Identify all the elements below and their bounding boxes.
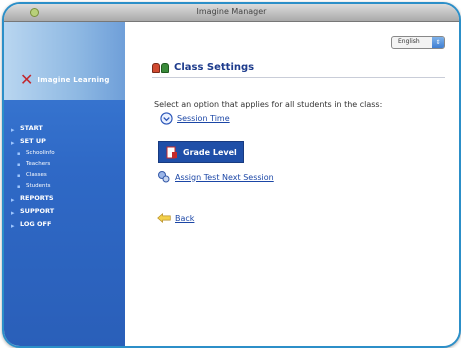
assign-test-link[interactable]: Assign Test Next Session (175, 173, 274, 182)
test-tools-icon (157, 170, 171, 184)
grade-level-option[interactable]: Grade Level (158, 141, 244, 163)
session-time-link[interactable]: Session Time (177, 114, 230, 123)
nav-subitem-schoolinfo[interactable]: ▪ Schoolinfo (4, 148, 125, 159)
back-arrow-icon (157, 211, 171, 225)
page-header: Class Settings (152, 62, 254, 73)
nav-subitem-students[interactable]: ▪ Students (4, 181, 125, 192)
brand-name: Imagine Learning (37, 76, 110, 84)
class-people-icon (152, 62, 169, 73)
nav-item-label: START (20, 124, 43, 132)
nav-item-label: Classes (26, 172, 47, 178)
nav-item-label: LOG OFF (20, 220, 52, 228)
assign-test-option[interactable]: Assign Test Next Session (157, 170, 274, 184)
nav-item-label: SUPPORT (20, 207, 55, 215)
select-arrows-icon[interactable]: ⇕ (432, 37, 444, 48)
grade-level-link[interactable]: Grade Level (183, 148, 237, 157)
window-title: Imagine Manager (196, 7, 267, 16)
nav-item-label: Teachers (26, 161, 51, 167)
page-title: Class Settings (174, 62, 255, 73)
nav-item-label: Students (26, 183, 51, 189)
brand-logo: ✕ Imagine Learning (20, 70, 110, 89)
brand-x-icon: ✕ (20, 70, 34, 89)
session-time-option[interactable]: Session Time (159, 111, 230, 125)
back-option[interactable]: Back (157, 211, 194, 225)
title-bar: Imagine Manager (4, 4, 459, 22)
sidebar: ✕ Imagine Learning ▸ START ▸ SET UP ▪ Sc… (4, 22, 125, 346)
nav-item-label: SET UP (20, 137, 46, 145)
instruction-text: Select an option that applies for all st… (154, 100, 383, 109)
main-content: English ⇕ Class Settings Select an optio… (125, 22, 459, 346)
nav-item-setup[interactable]: ▸ SET UP (4, 135, 125, 148)
nav-item-reports[interactable]: ▸ REPORTS (4, 192, 125, 205)
nav-subitem-classes[interactable]: ▪ Classes (4, 170, 125, 181)
sidebar-nav: ▸ START ▸ SET UP ▪ Schoolinfo ▪ Teachers… (4, 122, 125, 231)
header-divider (152, 77, 445, 78)
bullet-icon: ▸ (11, 222, 15, 230)
nav-item-support[interactable]: ▸ SUPPORT (4, 205, 125, 218)
nav-item-label: REPORTS (20, 194, 54, 202)
nav-subitem-teachers[interactable]: ▪ Teachers (4, 159, 125, 170)
language-select[interactable]: English ⇕ (391, 36, 445, 49)
grade-book-icon (165, 145, 179, 159)
back-link[interactable]: Back (175, 214, 194, 223)
chevron-down-circle-icon (159, 111, 173, 125)
nav-item-start[interactable]: ▸ START (4, 122, 125, 135)
app-window: Imagine Manager ✕ Imagine Learning ▸ STA… (2, 2, 461, 348)
nav-item-label: Schoolinfo (26, 150, 55, 156)
language-select-value: English (398, 38, 420, 45)
nav-item-logoff[interactable]: ▸ LOG OFF (4, 218, 125, 231)
